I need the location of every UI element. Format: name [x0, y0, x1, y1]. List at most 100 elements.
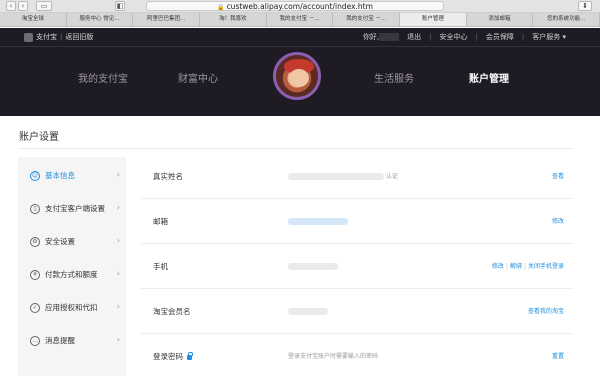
divider: | [505, 263, 508, 270]
row-label: 手机 [153, 262, 168, 271]
row-label: 登录密码 [153, 334, 193, 376]
avatar-face [289, 69, 309, 87]
old-version-link[interactable]: 返回旧版 [65, 32, 93, 43]
browser-tab[interactable]: 我的支付宝 －... [267, 13, 334, 26]
sidebar-item-basic-info[interactable]: ☺ 基本信息 › [18, 159, 126, 192]
browser-toolbar: ‹ › ▭ ◧ 🔒 custweb.alipay.com/account/inde… [0, 0, 600, 13]
yen-icon: ¥ [30, 269, 40, 280]
check-icon: ✓ [30, 302, 40, 313]
chevron-right-icon: › [116, 170, 120, 179]
phone-icon: ▯ [30, 203, 40, 214]
phone-actions: 修改 | 解绑 | 关闭手机登录 [492, 244, 564, 289]
row-label: 淘宝会员名 [153, 307, 191, 316]
masked-value [288, 263, 338, 270]
password-hint: 登录支付宝账户时需要输入的密码 [288, 353, 379, 360]
disable-phone-login-link[interactable]: 关闭手机登录 [528, 263, 564, 270]
sidebar: ☺ 基本信息 › ▯ 支付宝客户端设置 › ⚙ 安全设置 › ¥ 付款方式和额度… [18, 157, 126, 376]
view-link[interactable]: 查看 [552, 154, 564, 199]
site-header: 支付宝 | 返回旧版 你好, 退出 | 安全中心 | 会员保障 | 客户服务 ▾… [0, 28, 600, 116]
divider: | [523, 263, 526, 270]
chevron-right-icon: › [116, 302, 120, 311]
row-phone: 手机 修改 | 解绑 | 关闭手机登录 [140, 244, 573, 289]
nav-my-alipay[interactable]: 我的支付宝 [78, 73, 128, 87]
sidebar-item-client-settings[interactable]: ▯ 支付宝客户端设置 › [18, 192, 126, 225]
browser-tab[interactable]: 您的系统功能... [533, 13, 600, 26]
chevron-right-icon: › [116, 335, 120, 344]
user-icon: ☺ [30, 170, 40, 181]
lock-icon [187, 352, 193, 360]
masked-value [288, 308, 328, 315]
reset-password-link[interactable]: 重置 [552, 334, 564, 376]
chevron-right-icon: › [116, 203, 120, 212]
edit-email-link[interactable]: 修改 [552, 199, 564, 244]
sidebar-item-label: 付款方式和额度 [45, 270, 98, 279]
nav-life[interactable]: 生活服务 [374, 73, 414, 87]
sidebar-item-messages[interactable]: … 消息提醒 › [18, 324, 126, 357]
verified-text: 认证 [385, 173, 398, 180]
real-name-value: 认证 [288, 154, 398, 199]
sidebar-item-security[interactable]: ⚙ 安全设置 › [18, 225, 126, 258]
greeting-text: 你好, [362, 33, 380, 41]
sidebar-toggle-button[interactable]: ▭ [36, 1, 52, 11]
browser-tab-active[interactable]: 账户管理 [400, 13, 467, 26]
masked-value [288, 218, 348, 225]
browser-tab[interactable]: 淘宝全球 [0, 13, 67, 26]
sidebar-item-label: 支付宝客户端设置 [45, 204, 105, 213]
logout-link[interactable]: 退出 [407, 32, 421, 43]
masked-value [288, 173, 384, 180]
sidebar-item-label: 基本信息 [45, 171, 75, 180]
sidebar-item-label: 应用授权和代扣 [45, 303, 98, 312]
customer-service-menu[interactable]: 客户服务 ▾ [532, 32, 566, 43]
avatar[interactable] [273, 52, 321, 100]
alipay-logo-icon [24, 33, 33, 42]
email-value [288, 199, 348, 244]
message-icon: … [30, 335, 40, 346]
row-label: 邮箱 [153, 217, 168, 226]
browser-tab[interactable]: 服务中心 常见... [67, 13, 134, 26]
security-center-link[interactable]: 安全中心 [440, 32, 468, 43]
sidebar-item-payment[interactable]: ¥ 付款方式和额度 › [18, 258, 126, 291]
row-label: 真实姓名 [153, 172, 183, 181]
sidebar-item-authorization[interactable]: ✓ 应用授权和代扣 › [18, 291, 126, 324]
browser-tab[interactable]: 淘！我喜欢 [200, 13, 267, 26]
title-divider [19, 148, 573, 149]
nav-account[interactable]: 账户管理 [469, 73, 509, 87]
sidebar-item-label: 消息提醒 [45, 336, 75, 345]
gear-icon: ⚙ [30, 236, 40, 247]
member-protection-link[interactable]: 会员保障 [486, 32, 514, 43]
row-login-password: 登录密码 登录支付宝账户时需要输入的密码 重置 [140, 334, 573, 376]
forward-button[interactable]: › [18, 1, 28, 11]
url-text: custweb.alipay.com/account/index.htm [226, 2, 373, 11]
chevron-right-icon: › [116, 236, 120, 245]
tab-bar: 淘宝全球 服务中心 常见... 阿里巴巴集团... 淘！我喜欢 我的支付宝 －.… [0, 13, 600, 27]
username-masked [379, 33, 400, 41]
row-real-name: 真实姓名 认证 查看 [140, 154, 573, 199]
taobao-name-value [288, 289, 328, 334]
browser-tab[interactable]: 我的支付宝 －... [333, 13, 401, 26]
lock-icon: 🔒 [217, 4, 225, 11]
greeting: 你好, [362, 32, 400, 43]
chevron-right-icon: › [116, 269, 120, 278]
view-taobao-link[interactable]: 查看我的淘宝 [528, 289, 564, 334]
top-bar: 支付宝 | 返回旧版 你好, 退出 | 安全中心 | 会员保障 | 客户服务 ▾ [0, 28, 600, 47]
row-email: 邮箱 修改 [140, 199, 573, 244]
extension-icon[interactable]: ◧ [115, 1, 125, 11]
phone-value [288, 244, 338, 289]
nav-wealth[interactable]: 财富中心 [178, 73, 218, 87]
browser-tab[interactable]: 阿里巴巴集团... [133, 13, 201, 26]
brand-divider: | [60, 33, 63, 41]
brand: 支付宝 | 返回旧版 [24, 32, 93, 43]
page-title: 账户设置 [19, 132, 59, 143]
address-bar[interactable]: 🔒 custweb.alipay.com/account/index.htm [146, 1, 444, 11]
edit-phone-link[interactable]: 修改 [492, 263, 504, 270]
browser-tab[interactable]: 添加邮箱 [467, 13, 534, 26]
top-links: 你好, 退出 | 安全中心 | 会员保障 | 客户服务 ▾ [363, 32, 566, 43]
row-taobao-name: 淘宝会员名 查看我的淘宝 [140, 289, 573, 334]
row-label-text: 登录密码 [153, 352, 183, 361]
divider: | [521, 33, 525, 41]
divider: | [429, 33, 432, 41]
download-icon[interactable]: ⬇ [578, 1, 592, 11]
back-button[interactable]: ‹ [6, 1, 16, 11]
brand-name[interactable]: 支付宝 [36, 32, 57, 43]
unbind-phone-link[interactable]: 解绑 [510, 263, 522, 270]
